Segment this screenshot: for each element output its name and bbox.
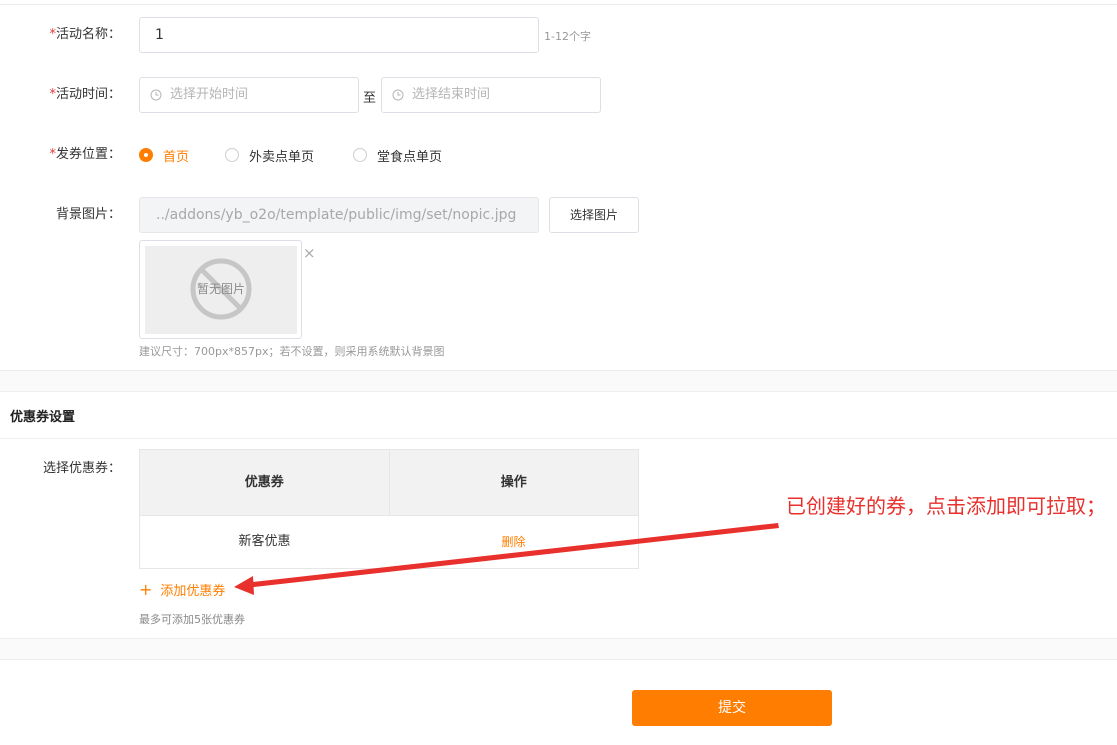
section-title-divider — [0, 438, 1117, 439]
add-coupon-button[interactable]: + 添加优惠券 — [139, 580, 225, 599]
activity-name-hint: 1-12个字 — [544, 30, 591, 43]
image-preview: 暂无图片 — [139, 240, 302, 339]
add-coupon-label: 添加优惠券 — [160, 584, 226, 599]
radio-button[interactable] — [353, 148, 367, 162]
radio-takeout-page[interactable]: 外卖点单页 — [225, 146, 315, 165]
submit-button[interactable]: 提交 — [632, 690, 832, 726]
coupon-section-title: 优惠券设置 — [10, 410, 76, 425]
no-image-icon: 暂无图片 — [190, 258, 252, 320]
coupon-position-label: *发券位置： — [49, 147, 121, 162]
no-image-text: 暂无图片 — [197, 282, 245, 296]
activity-name-input[interactable]: 1 — [139, 17, 539, 53]
end-time-placeholder: 选择结束时间 — [412, 87, 491, 102]
background-image-path: ../addons/yb_o2o/template/public/img/set… — [139, 197, 539, 233]
radio-button[interactable] — [139, 148, 153, 162]
radio-label: 外卖点单页 — [249, 149, 315, 165]
annotation-note: 已创建好的券，点击添加即可拉取； — [786, 494, 1106, 518]
start-time-input[interactable]: 选择开始时间 — [139, 77, 359, 113]
coupon-table: 优惠券 操作 新客优惠 删除 — [139, 449, 639, 569]
table-row: 新客优惠 删除 — [140, 516, 638, 568]
start-time-placeholder: 选择开始时间 — [170, 87, 249, 102]
clock-icon — [392, 89, 404, 101]
top-divider — [0, 4, 1117, 5]
select-coupon-label: 选择优惠券： — [42, 461, 121, 476]
activity-name-label: *活动名称： — [49, 27, 121, 42]
column-header-coupon: 优惠券 — [244, 475, 284, 490]
radio-homepage[interactable]: 首页 — [139, 146, 190, 165]
end-time-input[interactable]: 选择结束时间 — [381, 77, 601, 113]
radio-label: 首页 — [163, 149, 190, 165]
delete-coupon-link[interactable]: 删除 — [389, 516, 638, 568]
table-header: 优惠券 操作 — [140, 450, 638, 516]
activity-time-label: *活动时间： — [49, 87, 121, 102]
coupon-name-cell: 新客优惠 — [238, 534, 291, 549]
background-image-label: 背景图片： — [55, 207, 121, 222]
image-size-hint: 建议尺寸：700px*857px；若不设置，则采用系统默认背景图 — [139, 345, 445, 358]
radio-button[interactable] — [225, 148, 239, 162]
max-coupon-hint: 最多可添加5张优惠券 — [139, 613, 245, 626]
section-divider — [0, 370, 1117, 392]
time-separator: 至 — [363, 91, 377, 106]
image-placeholder: 暂无图片 — [145, 246, 297, 334]
remove-image-icon[interactable]: × — [303, 246, 316, 261]
radio-dinein-page[interactable]: 堂食点单页 — [353, 146, 443, 165]
radio-label: 堂食点单页 — [377, 149, 443, 165]
choose-image-button[interactable]: 选择图片 — [549, 197, 639, 233]
plus-icon: + — [139, 580, 153, 599]
clock-icon — [150, 89, 162, 101]
footer-divider — [0, 638, 1117, 660]
column-header-action: 操作 — [388, 450, 639, 515]
